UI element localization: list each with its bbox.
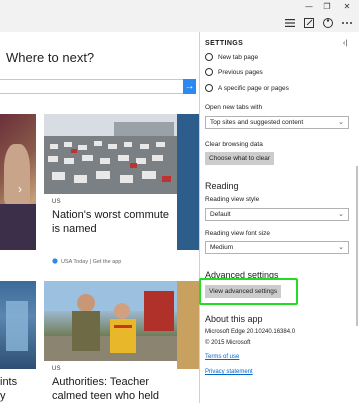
radio-new-tab-page[interactable]: New tab page — [205, 52, 258, 62]
news-image-officers[interactable] — [44, 281, 177, 361]
radio-icon[interactable] — [205, 84, 213, 92]
carousel-next-icon[interactable]: › — [18, 182, 22, 196]
tile-source[interactable]: USA Today | Get the app — [61, 259, 121, 265]
radio-icon[interactable] — [205, 53, 213, 61]
restore-button[interactable]: ❐ — [318, 0, 336, 14]
new-tabs-label: Open new tabs with — [205, 104, 263, 111]
choose-what-to-clear-button[interactable]: Choose what to clear — [205, 152, 275, 165]
chevron-down-icon: ⌄ — [338, 210, 344, 218]
pin-icon[interactable]: ‹| — [343, 40, 347, 47]
toolbar — [0, 14, 359, 32]
chevron-down-icon: ⌄ — [338, 118, 344, 126]
reading-font-select[interactable]: Medium ⌄ — [205, 241, 349, 254]
radio-previous-pages[interactable]: Previous pages — [205, 67, 263, 77]
scrollbar-thumb[interactable] — [356, 166, 358, 326]
news-image-traffic[interactable] — [44, 114, 177, 194]
minimize-button[interactable]: — — [300, 0, 318, 14]
news-image-right-bottom[interactable] — [177, 281, 199, 369]
highlight-box — [199, 278, 298, 305]
clear-data-label: Clear browsing data — [205, 141, 263, 148]
share-icon[interactable] — [321, 16, 335, 30]
tile-headline[interactable]: Nation's worst commute is named — [52, 208, 177, 236]
tile-headline[interactable]: Authorities: Teacher calmed teen who hel… — [52, 375, 182, 403]
news-image-right-top[interactable] — [177, 114, 199, 250]
source-logo-icon — [52, 258, 58, 264]
settings-title: SETTINGS — [205, 40, 244, 47]
tile-partial-headline[interactable]: y — [0, 389, 36, 403]
version-text: Microsoft Edge 20.10240.16384.0 — [205, 329, 296, 335]
reading-style-label: Reading view style — [205, 196, 260, 203]
settings-panel: SETTINGS ‹| New tab page Previous pages … — [199, 32, 359, 403]
about-heading: About this app — [205, 314, 263, 324]
reading-style-select[interactable]: Default ⌄ — [205, 208, 349, 221]
edge-window: — ❐ ✕ Where to next? → › US Nation's wor… — [0, 0, 359, 403]
search-go-button[interactable]: → — [183, 79, 196, 94]
radio-icon[interactable] — [205, 68, 213, 76]
tile-tag: US — [52, 199, 61, 205]
new-tabs-select[interactable]: Top sites and suggested content ⌄ — [205, 116, 349, 129]
terms-of-use-link[interactable]: Terms of use — [205, 354, 239, 360]
more-icon[interactable] — [340, 16, 354, 30]
tile-partial-headline[interactable]: ints — [0, 375, 36, 389]
copyright-text: © 2015 Microsoft — [205, 340, 251, 346]
hub-icon[interactable] — [283, 16, 297, 30]
radio-specific-page[interactable]: A specific page or pages — [205, 83, 289, 93]
search-input[interactable] — [0, 79, 196, 94]
web-note-icon[interactable] — [302, 16, 316, 30]
reading-font-label: Reading view font size — [205, 230, 271, 237]
reading-heading: Reading — [205, 181, 239, 191]
close-button[interactable]: ✕ — [338, 0, 356, 14]
page-heading: Where to next? — [6, 50, 95, 65]
news-image-left-bottom[interactable] — [0, 281, 36, 369]
tile-tag: US — [52, 366, 61, 372]
privacy-statement-link[interactable]: Privacy statement — [205, 369, 253, 375]
title-bar: — ❐ ✕ — [0, 0, 359, 14]
chevron-down-icon: ⌄ — [338, 243, 344, 251]
settings-scrollbar[interactable] — [355, 46, 359, 326]
